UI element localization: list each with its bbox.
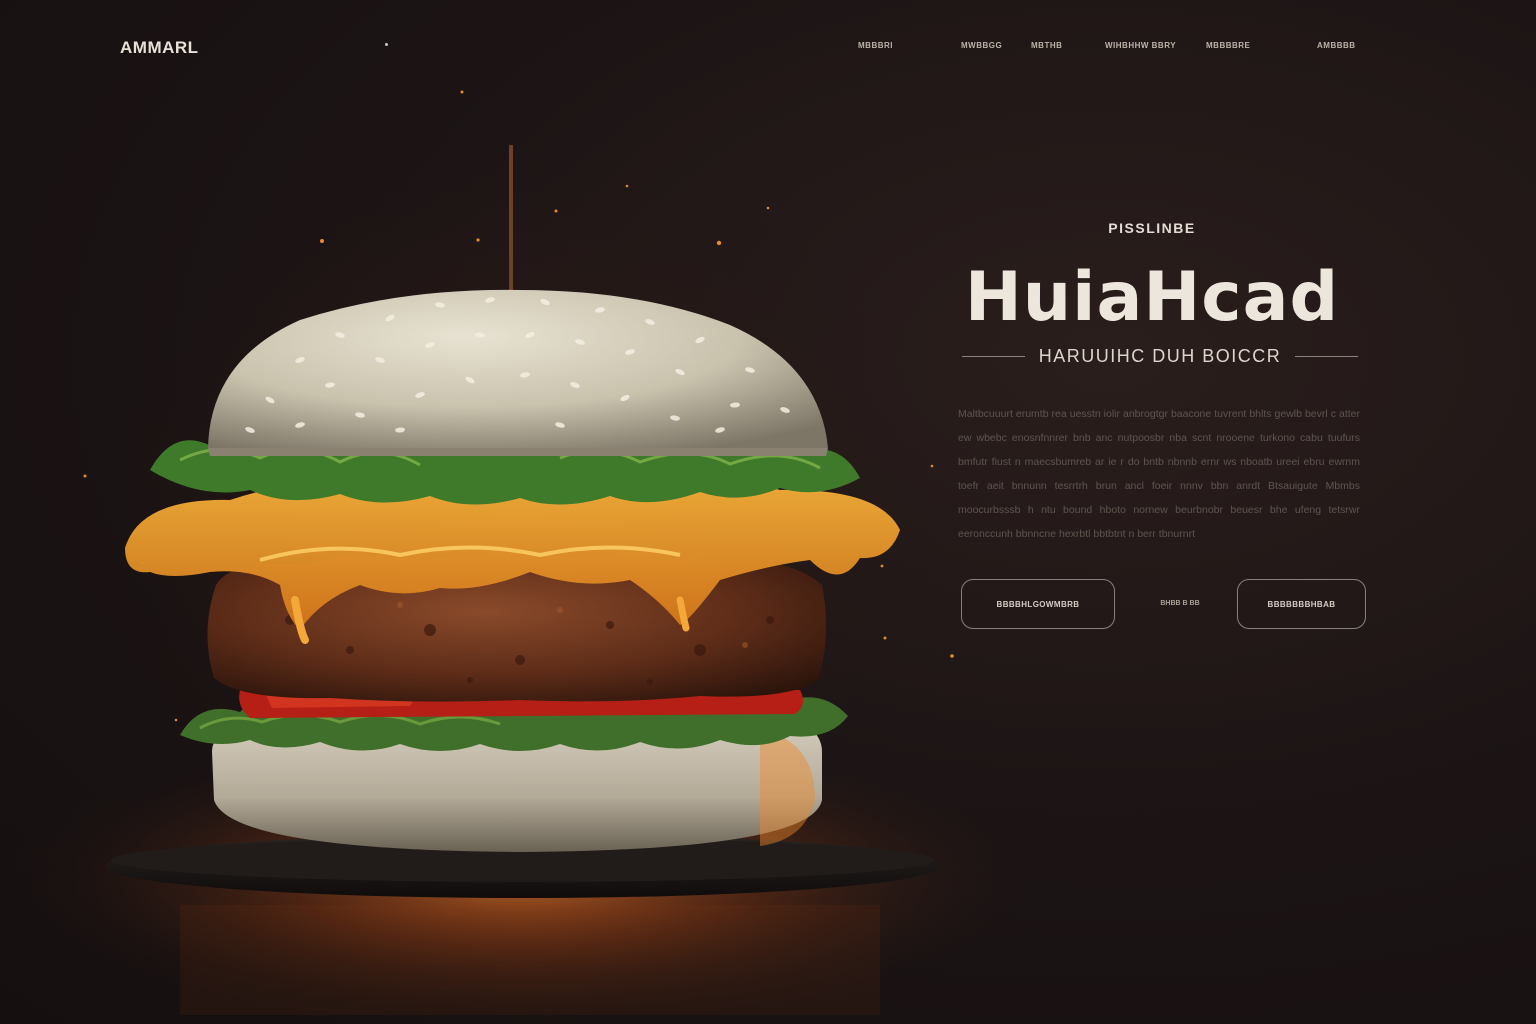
hero-subtitle-row: HARUUIHC DUH BOICCR [962, 345, 1359, 366]
hero-title: HuiaHcad [964, 258, 1340, 337]
divider-left [962, 355, 1025, 357]
hero-subtitle: HARUUIHC DUH BOICCR [1038, 345, 1282, 366]
middle-link[interactable]: BHBB B BB [1150, 600, 1210, 607]
hero-description: Maltbcuuurt erumtb rea uesstn iolir anbr… [958, 408, 1360, 540]
primary-cta-button[interactable]: BBBBHLGOWMBRB [961, 579, 1115, 629]
divider-right [1295, 355, 1359, 357]
secondary-cta-button[interactable]: BBBBBBBHBAB [1237, 579, 1366, 629]
hero-eyebrow: PISSLINBE [1108, 220, 1196, 236]
